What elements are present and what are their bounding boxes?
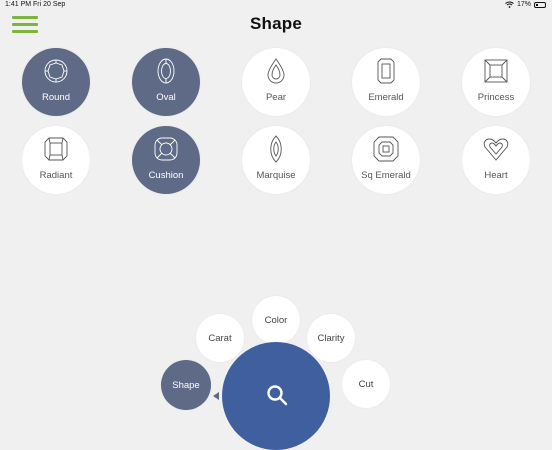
shape-marquise[interactable]: Marquise: [242, 126, 310, 194]
shape-label: Sq Emerald: [361, 170, 411, 181]
status-bar: 1:41 PM Fri 20 Sep 17%: [0, 0, 552, 12]
shape-round[interactable]: Round: [22, 48, 90, 116]
shape-label: Princess: [477, 92, 515, 103]
filter-cut-button[interactable]: Cut: [342, 360, 390, 408]
search-button[interactable]: [222, 342, 330, 450]
oval-diamond-icon: [157, 58, 175, 84]
shape-princess[interactable]: Princess: [462, 48, 530, 116]
shape-cushion[interactable]: Cushion: [132, 126, 200, 194]
emerald-diamond-icon: [377, 58, 395, 84]
shape-label: Heart: [484, 170, 508, 181]
wifi-icon: [505, 1, 514, 8]
battery-icon: [534, 1, 546, 8]
princess-diamond-icon: [484, 59, 508, 83]
shape-label: Round: [42, 92, 70, 103]
shape-label: Cushion: [148, 170, 184, 181]
status-time: 1:41 PM: [5, 1, 32, 8]
search-icon: [267, 385, 288, 406]
shape-label: Marquise: [256, 170, 296, 181]
round-diamond-icon: [44, 59, 68, 83]
shape-oval[interactable]: Oval: [132, 48, 200, 116]
filter-color-button[interactable]: Color: [252, 296, 300, 344]
battery-percent: 17%: [516, 1, 531, 8]
selection-pointer-icon: [213, 392, 219, 400]
marquise-diamond-icon: [270, 135, 282, 163]
heart-diamond-icon: [483, 138, 509, 161]
page-title: Shape: [249, 14, 303, 33]
filter-shape-button[interactable]: Shape: [161, 360, 211, 410]
shape-label: Oval: [156, 92, 176, 103]
pear-diamond-icon: [267, 58, 285, 84]
filter-clarity-button[interactable]: Clarity: [307, 314, 355, 362]
filter-carat-button[interactable]: Carat: [196, 314, 244, 362]
shape-radiant[interactable]: Radiant: [22, 126, 90, 194]
shape-label: Pear: [265, 92, 287, 103]
status-date: Fri 20 Sep: [33, 1, 66, 8]
radiant-diamond-icon: [44, 137, 68, 161]
sq-emerald-diamond-icon: [373, 136, 399, 162]
status-right: 17%: [505, 1, 546, 8]
shape-emerald[interactable]: Emerald: [352, 48, 420, 116]
shape-sq-emerald[interactable]: Sq Emerald: [352, 126, 420, 194]
cushion-diamond-icon: [154, 137, 178, 161]
shape-label: Emerald: [368, 92, 404, 103]
shape-pear[interactable]: Pear: [242, 48, 310, 116]
shape-heart[interactable]: Heart: [462, 126, 530, 194]
shape-label: Radiant: [39, 170, 73, 181]
